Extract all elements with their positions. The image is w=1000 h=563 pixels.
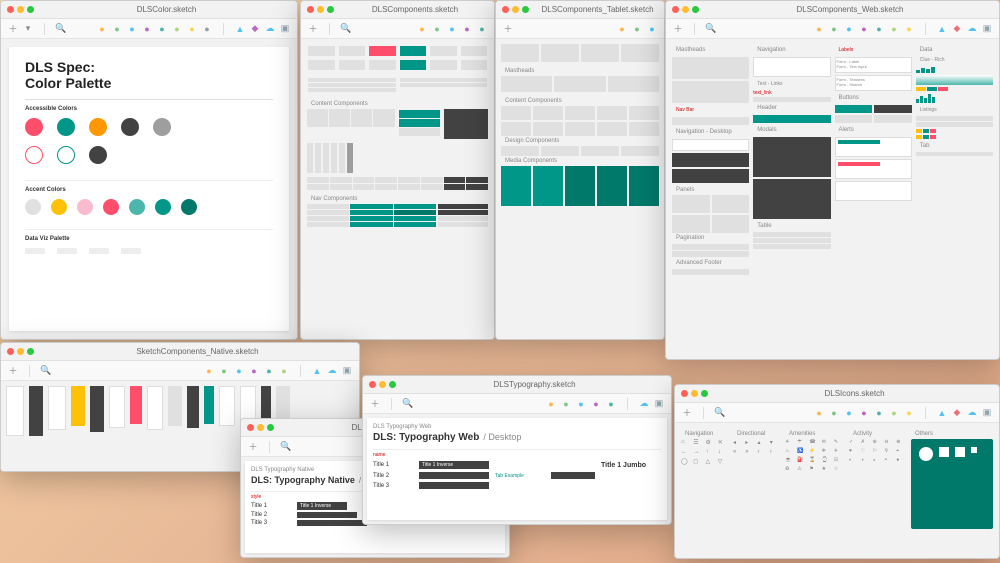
color-swatch bbox=[121, 118, 139, 136]
window-title: DLSIcons.sketch bbox=[716, 389, 993, 398]
toolbar[interactable]: ＋ ●●● bbox=[496, 19, 664, 39]
color-swatch bbox=[89, 146, 107, 164]
section-label: Text - Links bbox=[753, 79, 830, 89]
section-label: Data bbox=[916, 45, 993, 55]
window-titlebar[interactable]: DLSTypography.sketch bbox=[363, 376, 671, 394]
type-row: Title 3 bbox=[251, 520, 291, 526]
color-swatch bbox=[25, 199, 41, 215]
dataviz-item bbox=[89, 248, 109, 254]
breadcrumb: DLS Typography Web bbox=[373, 424, 661, 430]
section-label: Nav Components bbox=[307, 194, 488, 204]
window-title: DLSComponents.sketch bbox=[342, 5, 488, 14]
section-header: Accessible Colors bbox=[25, 106, 273, 112]
color-swatch bbox=[25, 118, 43, 136]
section-label: Navigation bbox=[681, 429, 727, 439]
section-label: Activity bbox=[849, 429, 905, 439]
section-label: Mastheads bbox=[501, 66, 659, 76]
section-label: Directional bbox=[733, 429, 779, 439]
color-swatch bbox=[57, 118, 75, 136]
section-label: Listings bbox=[916, 105, 993, 115]
window-titlebar[interactable]: DLSComponents.sketch bbox=[301, 1, 494, 19]
color-swatch bbox=[77, 199, 93, 215]
toolbar[interactable]: ＋🔍 ●●●●●●● ▲◆☁▣ bbox=[666, 19, 999, 39]
toolbar[interactable]: ＋🔍 ●●●●● bbox=[301, 19, 494, 39]
zoom-icon[interactable]: 🔍 bbox=[55, 23, 67, 35]
section-header: Data Viz Palette bbox=[25, 236, 273, 242]
toolbar[interactable]: ＋🔍 ●●●●●● ▲☁▣ bbox=[1, 361, 359, 381]
color-swatch-outline bbox=[25, 146, 43, 164]
color-swatch bbox=[155, 199, 171, 215]
color-swatch bbox=[129, 199, 145, 215]
color-swatch-outline bbox=[57, 146, 75, 164]
toolbar-palette[interactable]: ●●●●●●●● bbox=[96, 23, 213, 35]
section-label: Navigation bbox=[753, 45, 830, 55]
type-row: Title 3 bbox=[373, 483, 413, 489]
section-header: Accent Colors bbox=[25, 187, 273, 193]
page-title: DLS Spec: bbox=[25, 59, 273, 75]
color-swatch bbox=[153, 118, 171, 136]
type-badge: Title 1 Inverse bbox=[297, 502, 347, 510]
type-row: Title 1 bbox=[251, 503, 291, 509]
section-label: Content Components bbox=[501, 96, 659, 106]
window-titlebar[interactable]: DLSColor.sketch bbox=[1, 1, 297, 19]
section-label: Modals bbox=[753, 125, 830, 135]
type-row: Title 2 bbox=[251, 512, 291, 518]
section-label: Amenities bbox=[785, 429, 843, 439]
window-titlebar[interactable]: DLSIcons.sketch bbox=[675, 385, 999, 403]
dataviz-item bbox=[25, 248, 45, 254]
traffic-lights[interactable] bbox=[7, 6, 34, 13]
color-swatch bbox=[89, 118, 107, 136]
chevron-icon[interactable]: ▾ bbox=[22, 23, 34, 35]
type-jumbo: Title 1 Jumbo bbox=[601, 462, 661, 469]
window-title: DLSColor.sketch bbox=[42, 5, 291, 14]
section-label: Buttons bbox=[835, 93, 912, 103]
section-label: Panels bbox=[672, 185, 749, 195]
section-label: Header bbox=[753, 103, 830, 113]
section-label: Mastheads bbox=[672, 45, 749, 55]
type-row: Title 2 bbox=[373, 473, 413, 479]
page-subtitle: Color Palette bbox=[25, 75, 273, 91]
window-title: DLSComponents_Web.sketch bbox=[707, 5, 993, 14]
page-title: DLS: Typography Web bbox=[373, 432, 479, 443]
window-title: DLSComponents_Tablet.sketch bbox=[537, 5, 658, 14]
window-title: SketchComponents_Native.sketch bbox=[42, 347, 353, 356]
window-title: DLSTypography.sketch bbox=[404, 380, 665, 389]
dataviz-item bbox=[57, 248, 77, 254]
toolbar[interactable]: ＋ ▾ 🔍 ●●●●●●●● ▲◆☁▣ bbox=[1, 19, 297, 39]
page-subtitle: / Desktop bbox=[483, 432, 521, 442]
window-titlebar[interactable]: DLSComponents_Tablet.sketch bbox=[496, 1, 664, 19]
color-swatch bbox=[103, 199, 119, 215]
section-label: Pagination bbox=[672, 233, 749, 243]
type-row: Title 1 bbox=[373, 462, 413, 468]
add-icon[interactable]: ＋ bbox=[7, 23, 19, 35]
section-label: Media Components bbox=[501, 156, 659, 166]
window-titlebar[interactable]: SketchComponents_Native.sketch bbox=[1, 343, 359, 361]
dataviz-item bbox=[121, 248, 141, 254]
color-swatch bbox=[51, 199, 67, 215]
section-label: Others bbox=[911, 429, 993, 439]
toolbar[interactable]: ＋🔍 ●●●●● ☁▣ bbox=[363, 394, 671, 414]
section-label: Content Components bbox=[307, 99, 488, 109]
section-label: Tab bbox=[916, 141, 993, 151]
section-label: Table bbox=[753, 221, 830, 231]
window-titlebar[interactable]: DLSComponents_Web.sketch bbox=[666, 1, 999, 19]
type-badge: Title 1 Inverse bbox=[419, 461, 489, 469]
section-label: Nav Bar bbox=[672, 105, 749, 115]
section-label: Alerts bbox=[835, 125, 912, 135]
page-title: DLS: Typography Native bbox=[251, 475, 355, 485]
section-label: Labels bbox=[835, 45, 912, 55]
section-label: Advanced Footer bbox=[672, 258, 749, 268]
section-label: Clue - Rich bbox=[916, 55, 993, 65]
section-label: Navigation - Desktop bbox=[672, 127, 749, 137]
section-label: Design Components bbox=[501, 136, 659, 146]
toolbar-right[interactable]: ▲◆☁▣ bbox=[234, 23, 291, 35]
toolbar[interactable]: ＋🔍 ●●●●●●● ▲◆☁▣ bbox=[675, 403, 999, 423]
color-swatch bbox=[181, 199, 197, 215]
